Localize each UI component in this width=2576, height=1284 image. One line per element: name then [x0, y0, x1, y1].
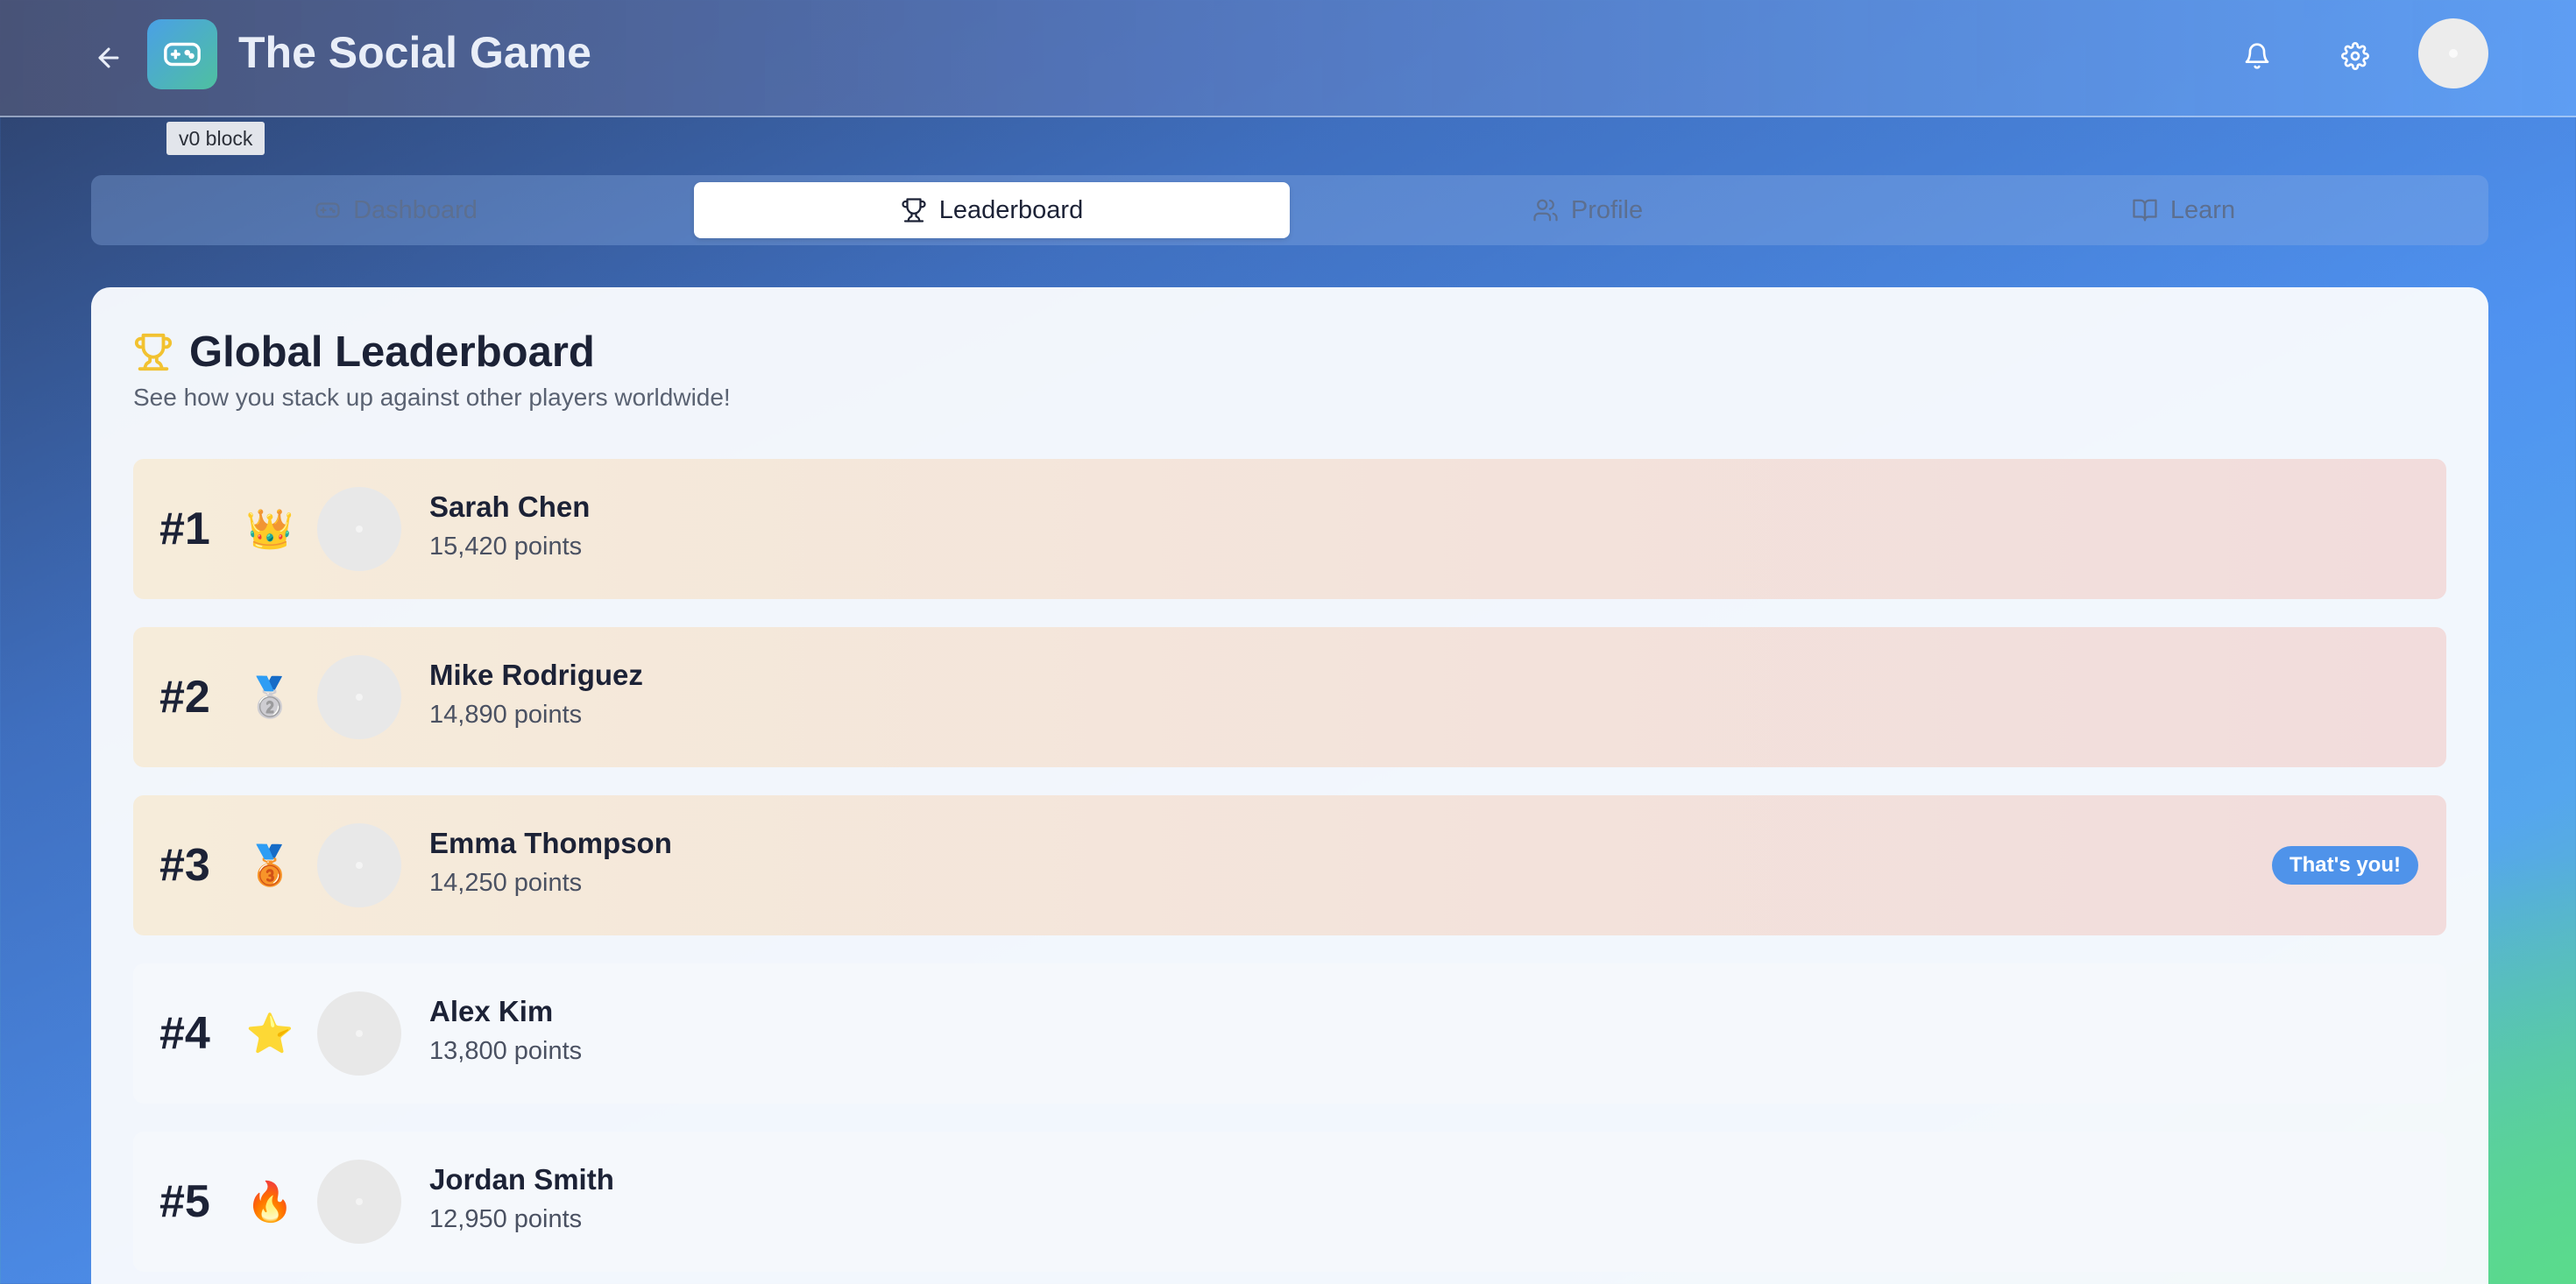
app-title: The Social Game [238, 28, 591, 77]
fire-icon: 🔥 [245, 1181, 294, 1224]
card-header: Global Leaderboard [133, 326, 595, 378]
player-points: 13,800 points [429, 1037, 583, 1065]
player-name: Sarah Chen [429, 490, 591, 523]
rank-label: #5 [159, 1176, 210, 1227]
player-name: Emma Thompson [429, 827, 672, 859]
rank-label: #3 [159, 840, 210, 891]
player-name: Alex Kim [429, 995, 554, 1027]
leaderboard-row[interactable]: #1 👑 Sarah Chen 15,420 points [133, 459, 2446, 599]
rank-label: #2 [159, 672, 210, 723]
leaderboard-row[interactable]: #5 🔥 Jordan Smith 12,950 points [133, 1132, 2446, 1272]
app-header: The Social Game [0, 0, 2576, 117]
avatar [317, 991, 401, 1076]
rank-label: #1 [159, 504, 210, 554]
gamepad-icon [315, 202, 340, 218]
rank-label: #4 [159, 1008, 210, 1059]
tab-leaderboard[interactable]: Leaderboard [694, 182, 1290, 238]
users-icon [1533, 199, 1558, 222]
leaderboard-row-current-user[interactable]: #3 🥉 Emma Thompson 14,250 points That's … [133, 795, 2446, 935]
page-title: Global Leaderboard [189, 328, 595, 376]
page-subtitle: See how you stack up against other playe… [133, 384, 731, 411]
avatar [317, 487, 401, 571]
tab-label: Dashboard [353, 195, 478, 224]
avatar [317, 1160, 401, 1244]
settings-button[interactable] [2327, 28, 2383, 84]
tab-learn[interactable]: Learn [1886, 182, 2481, 238]
notifications-button[interactable] [2229, 28, 2285, 84]
tooltip: v0 block [166, 122, 265, 155]
tab-label: Leaderboard [938, 195, 1084, 224]
current-user-badge: That's you! [2271, 846, 2418, 885]
tab-label: Profile [1570, 195, 1644, 224]
arrow-left-icon [98, 47, 119, 68]
player-points: 12,950 points [429, 1205, 583, 1233]
player-points: 14,250 points [429, 869, 583, 897]
tab-dashboard[interactable]: Dashboard [98, 182, 694, 238]
silver-medal-icon: 🥈 [245, 676, 294, 719]
avatar-placeholder [356, 1030, 363, 1037]
player-points: 14,890 points [429, 701, 583, 729]
bronze-medal-icon: 🥉 [245, 844, 294, 887]
gamepad-icon [164, 42, 201, 67]
gear-icon [2341, 42, 2369, 70]
leaderboard-row[interactable]: #2 🥈 Mike Rodriguez 14,890 points [133, 627, 2446, 767]
leaderboard-row[interactable]: #4 ⭐ Alex Kim 13,800 points [133, 963, 2446, 1104]
player-points: 15,420 points [429, 533, 583, 561]
avatar [317, 823, 401, 907]
trophy-icon [902, 198, 926, 222]
player-name: Mike Rodriguez [429, 659, 643, 691]
app-logo [147, 19, 217, 89]
leaderboard-card: Global Leaderboard See how you stack up … [91, 287, 2488, 1284]
user-avatar[interactable] [2418, 18, 2488, 88]
avatar-placeholder [356, 862, 363, 869]
avatar-placeholder [356, 526, 363, 533]
player-name: Jordan Smith [429, 1163, 614, 1196]
tab-label: Learn [2169, 195, 2236, 224]
tab-profile[interactable]: Profile [1290, 182, 1886, 238]
bell-icon [2245, 43, 2269, 69]
avatar-placeholder [2449, 49, 2458, 58]
back-button[interactable] [84, 33, 133, 82]
star-icon: ⭐ [245, 1012, 294, 1055]
trophy-icon [134, 333, 173, 371]
leaderboard-list: #1 👑 Sarah Chen 15,420 points #2 🥈 Mike … [133, 459, 2446, 1284]
avatar-placeholder [356, 1198, 363, 1205]
tab-bar: Dashboard Leaderboard Profile Learn [91, 175, 2488, 245]
book-icon [2133, 199, 2157, 222]
crown-icon: 👑 [245, 508, 294, 551]
avatar [317, 655, 401, 739]
avatar-placeholder [356, 694, 363, 701]
